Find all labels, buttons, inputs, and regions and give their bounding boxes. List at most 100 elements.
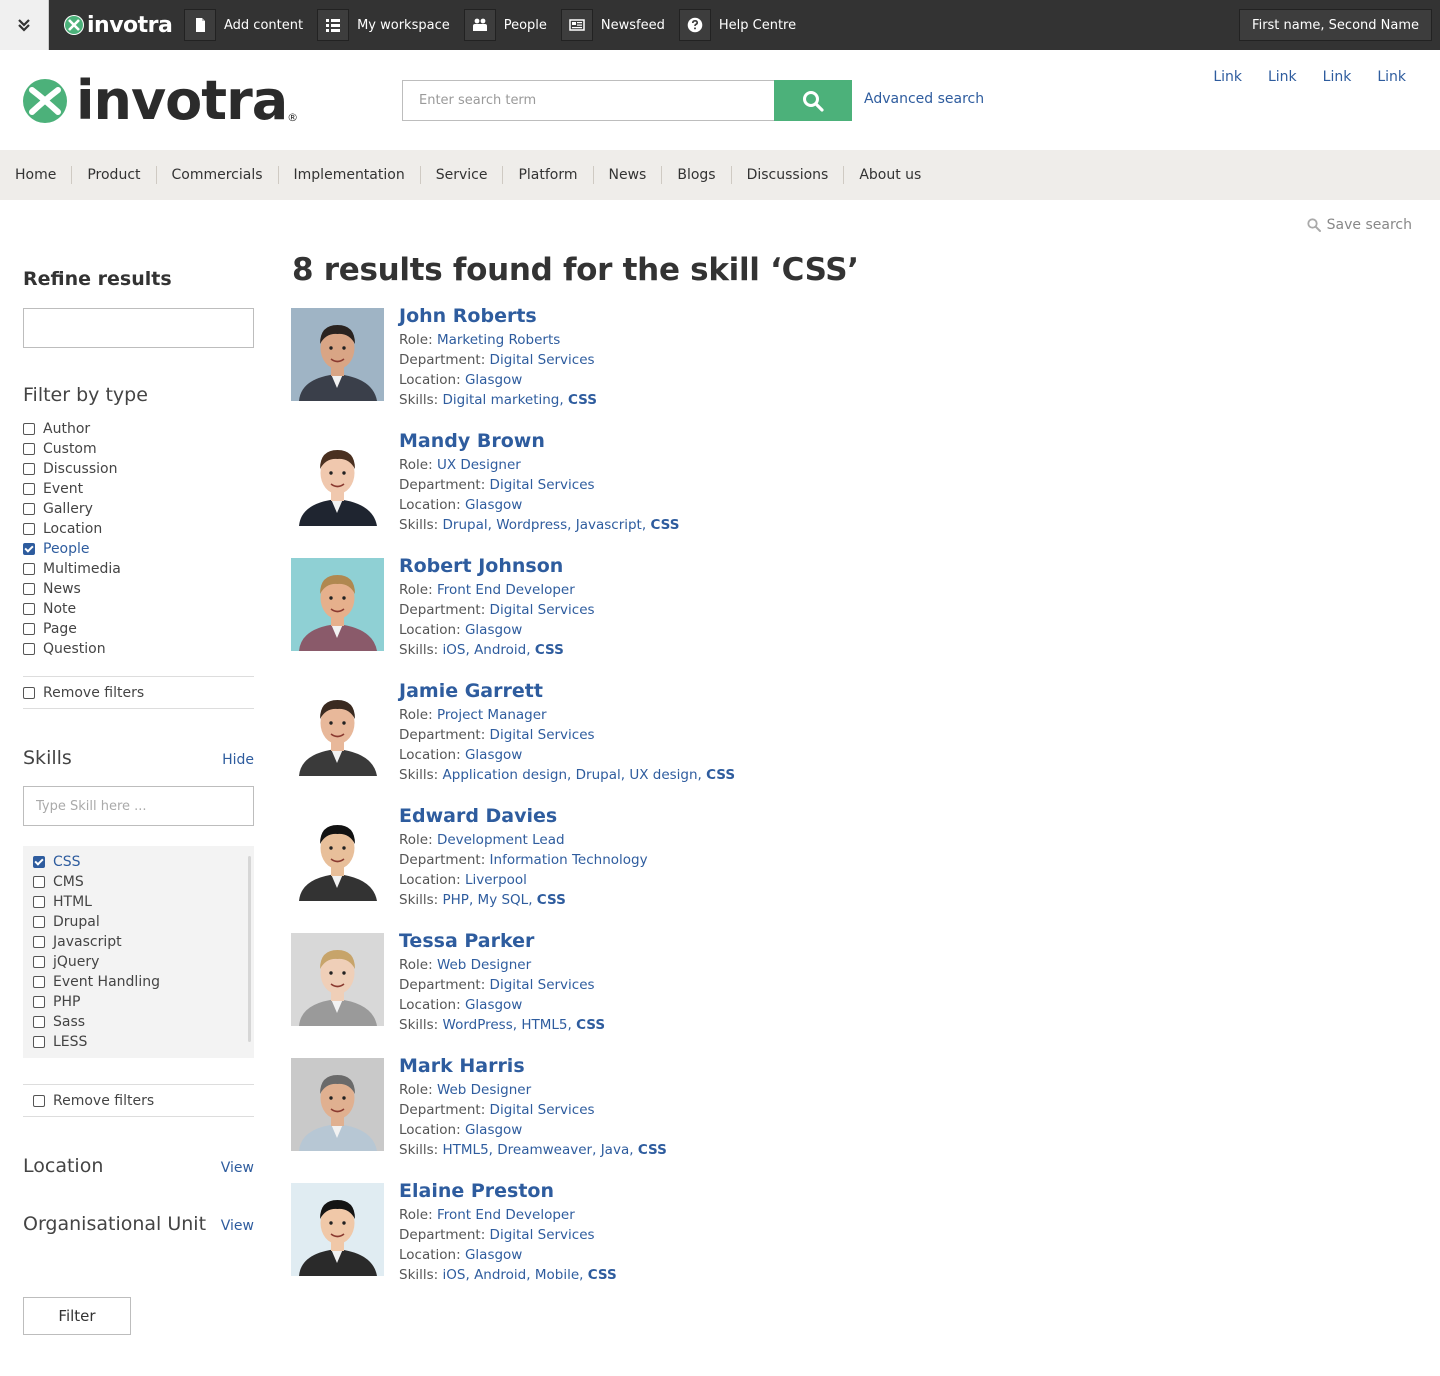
nav-news[interactable]: News — [594, 166, 663, 184]
skill-option-event-handling[interactable]: Event Handling — [33, 972, 244, 992]
person-department-link[interactable]: Digital Services — [490, 352, 595, 368]
site-logo[interactable]: invotra ® — [22, 74, 298, 128]
type-option-discussion[interactable]: Discussion — [23, 459, 254, 479]
remove-filters-checkbox[interactable] — [33, 1094, 45, 1107]
person-avatar[interactable] — [291, 683, 384, 776]
type-checkbox[interactable] — [23, 643, 35, 655]
person-name-link[interactable]: Edward Davies — [399, 806, 648, 826]
person-role-link[interactable]: Front End Developer — [437, 1207, 575, 1223]
filter-button[interactable]: Filter — [23, 1297, 131, 1335]
person-avatar[interactable] — [291, 433, 384, 526]
person-location-link[interactable]: Glasgow — [465, 997, 522, 1013]
nav-implementation[interactable]: Implementation — [279, 166, 421, 184]
person-department-link[interactable]: Digital Services — [490, 977, 595, 993]
type-option-gallery[interactable]: Gallery — [23, 499, 254, 519]
person-name-link[interactable]: Mark Harris — [399, 1056, 667, 1076]
user-menu-button[interactable]: First name, Second Name — [1239, 9, 1432, 41]
type-checkbox[interactable] — [23, 443, 35, 455]
person-role-link[interactable]: Development Lead — [437, 832, 565, 848]
skill-checkbox[interactable] — [33, 876, 45, 888]
skill-option-sass[interactable]: Sass — [33, 1012, 244, 1032]
person-location-link[interactable]: Glasgow — [465, 1247, 522, 1263]
skill-checkbox[interactable] — [33, 976, 45, 988]
header-link-1[interactable]: Link — [1213, 69, 1242, 85]
person-avatar[interactable] — [291, 1183, 384, 1276]
person-skill-link[interactable]: Wordpress — [496, 517, 567, 533]
skill-checkbox[interactable] — [33, 996, 45, 1008]
type-option-location[interactable]: Location — [23, 519, 254, 539]
person-location-link[interactable]: Glasgow — [465, 372, 522, 388]
type-checkbox[interactable] — [23, 583, 35, 595]
toolbar-newsfeed[interactable]: Newsfeed — [560, 0, 679, 50]
toolbar-brand-logo[interactable]: invotra — [64, 12, 173, 38]
person-name-link[interactable]: Tessa Parker — [399, 931, 605, 951]
toolbar-toggle-button[interactable] — [0, 0, 49, 50]
skill-checkbox[interactable] — [33, 856, 45, 868]
nav-service[interactable]: Service — [421, 166, 504, 184]
person-matched-skill-link[interactable]: CSS — [576, 1017, 605, 1033]
skill-checkbox[interactable] — [33, 1036, 45, 1048]
type-checkbox[interactable] — [23, 423, 35, 435]
person-name-link[interactable]: Robert Johnson — [399, 556, 595, 576]
type-option-news[interactable]: News — [23, 579, 254, 599]
skill-option-cms[interactable]: CMS — [33, 872, 244, 892]
type-checkbox[interactable] — [23, 503, 35, 515]
person-name-link[interactable]: Elaine Preston — [399, 1181, 617, 1201]
person-skill-link[interactable]: UX design — [629, 767, 697, 783]
person-avatar[interactable] — [291, 308, 384, 401]
person-skill-link[interactable]: Drupal — [443, 517, 488, 533]
type-option-note[interactable]: Note — [23, 599, 254, 619]
person-department-link[interactable]: Digital Services — [490, 1102, 595, 1118]
skill-option-javascript[interactable]: Javascript — [33, 932, 244, 952]
person-skill-link[interactable]: HTML5 — [443, 1142, 489, 1158]
header-link-3[interactable]: Link — [1323, 69, 1352, 85]
type-option-question[interactable]: Question — [23, 639, 254, 659]
person-skill-link[interactable]: Drupal — [576, 767, 621, 783]
skill-search-input[interactable] — [23, 786, 254, 826]
person-skill-link[interactable]: Dreamweaver — [497, 1142, 592, 1158]
person-department-link[interactable]: Digital Services — [490, 1227, 595, 1243]
skill-checkbox[interactable] — [33, 956, 45, 968]
person-role-link[interactable]: Web Designer — [437, 1082, 531, 1098]
remove-type-filters[interactable]: Remove filters — [23, 676, 254, 709]
header-link-2[interactable]: Link — [1268, 69, 1297, 85]
type-option-page[interactable]: Page — [23, 619, 254, 639]
search-input[interactable] — [402, 80, 776, 121]
person-skill-link[interactable]: Javascript — [576, 517, 642, 533]
advanced-search-link[interactable]: Advanced search — [864, 91, 984, 107]
person-role-link[interactable]: Project Manager — [437, 707, 547, 723]
type-checkbox[interactable] — [23, 463, 35, 475]
type-option-author[interactable]: Author — [23, 419, 254, 439]
person-role-link[interactable]: Marketing Roberts — [437, 332, 560, 348]
toolbar-help-centre[interactable]: Help Centre — [678, 0, 810, 50]
person-skill-link[interactable]: Java — [601, 1142, 630, 1158]
person-role-link[interactable]: Front End Developer — [437, 582, 575, 598]
person-skill-link[interactable]: iOS — [443, 642, 466, 658]
person-matched-skill-link[interactable]: CSS — [650, 517, 679, 533]
skill-checkbox[interactable] — [33, 1016, 45, 1028]
person-matched-skill-link[interactable]: CSS — [588, 1267, 617, 1283]
org-unit-view-link[interactable]: View — [221, 1218, 254, 1234]
skill-option-php[interactable]: PHP — [33, 992, 244, 1012]
skill-checkbox[interactable] — [33, 916, 45, 928]
search-button[interactable] — [774, 80, 852, 121]
person-matched-skill-link[interactable]: CSS — [706, 767, 735, 783]
skill-option-less[interactable]: LESS — [33, 1032, 244, 1052]
person-avatar[interactable] — [291, 1058, 384, 1151]
toolbar-add-content[interactable]: Add content — [184, 0, 317, 50]
person-name-link[interactable]: John Roberts — [399, 306, 597, 326]
type-checkbox[interactable] — [23, 543, 35, 555]
person-department-link[interactable]: Digital Services — [490, 727, 595, 743]
person-department-link[interactable]: Digital Services — [490, 477, 595, 493]
save-search-link[interactable]: Save search — [1307, 217, 1412, 233]
skill-option-html[interactable]: HTML — [33, 892, 244, 912]
person-avatar[interactable] — [291, 558, 384, 651]
person-skill-link[interactable]: Mobile — [535, 1267, 579, 1283]
type-option-custom[interactable]: Custom — [23, 439, 254, 459]
nav-blogs[interactable]: Blogs — [662, 166, 732, 184]
header-link-4[interactable]: Link — [1377, 69, 1406, 85]
type-option-multimedia[interactable]: Multimedia — [23, 559, 254, 579]
person-skill-link[interactable]: Application design — [443, 767, 568, 783]
person-location-link[interactable]: Glasgow — [465, 1122, 522, 1138]
person-skill-link[interactable]: PHP — [443, 892, 469, 908]
